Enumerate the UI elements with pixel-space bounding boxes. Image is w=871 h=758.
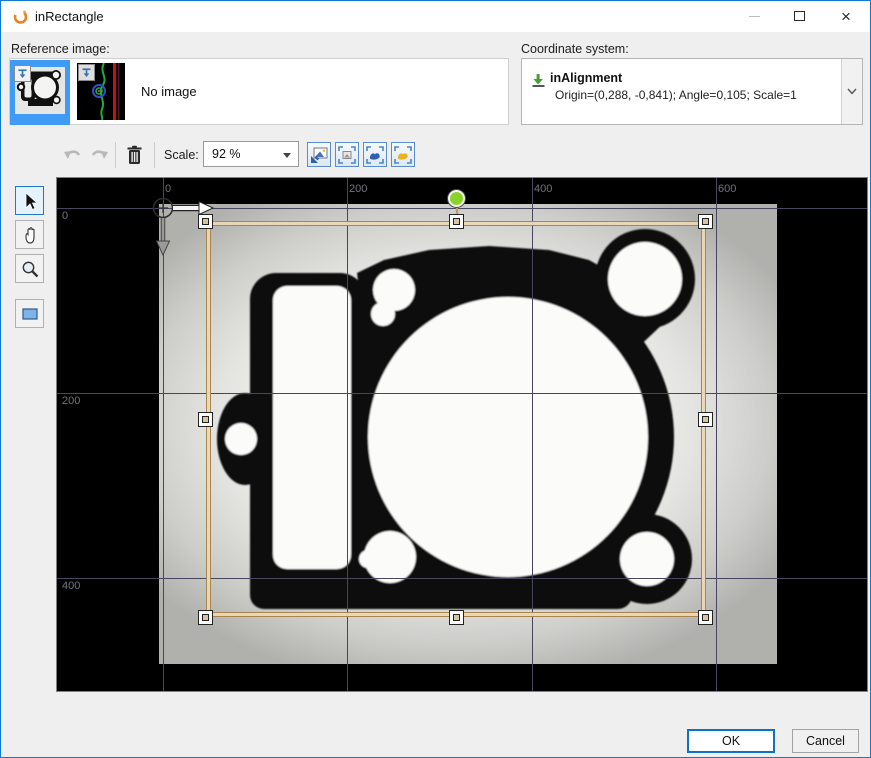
pointer-tool-button[interactable]: [15, 186, 44, 215]
handle-bottom-right[interactable]: [698, 610, 713, 625]
rectangle-tool-button[interactable]: [15, 299, 44, 328]
handle-middle-left[interactable]: [198, 412, 213, 427]
reference-image-panel: No image: [9, 58, 509, 125]
close-icon: ×: [841, 8, 851, 25]
toolbar-separator: [154, 142, 155, 168]
coordinate-anchor-icon: [531, 73, 546, 88]
blue-rectangle-icon: [20, 304, 40, 324]
reference-image-label: Reference image:: [11, 42, 110, 56]
actual-size-icon: [337, 145, 357, 165]
selection-rectangle[interactable]: [206, 221, 706, 617]
magnifier-icon: [20, 259, 40, 279]
ok-button[interactable]: OK: [687, 729, 775, 753]
reference-thumbnail-profile[interactable]: [77, 63, 125, 120]
zoom-tool-button[interactable]: [15, 254, 44, 283]
coordinate-system-label: Coordinate system:: [521, 42, 629, 56]
maximize-icon: [794, 11, 805, 21]
handle-bottom-left[interactable]: [198, 610, 213, 625]
cursor-arrow-icon: [20, 191, 40, 211]
scale-value: 92 %: [212, 147, 241, 161]
titlebar[interactable]: inRectangle ×: [1, 1, 870, 32]
no-image-label: No image: [141, 59, 197, 124]
handle-top-left[interactable]: [198, 214, 213, 229]
scale-label: Scale:: [164, 148, 199, 162]
delete-button[interactable]: [122, 142, 146, 168]
reference-thumbnail-selected[interactable]: [10, 60, 70, 125]
coordinate-system-name: inAlignment: [550, 71, 622, 85]
coordinate-system-combo[interactable]: inAlignment Origin=(0,288, -0,841); Angl…: [521, 58, 863, 125]
redo-button[interactable]: [87, 143, 111, 167]
window-title: inRectangle: [35, 1, 104, 32]
handle-top-middle[interactable]: [449, 214, 464, 229]
fit-image-icon: [309, 145, 329, 165]
zoom-region-button[interactable]: [391, 142, 415, 167]
handle-middle-right[interactable]: [698, 412, 713, 427]
scale-combobox[interactable]: 92 %: [203, 141, 299, 167]
fit-region-button[interactable]: [363, 142, 387, 167]
chevron-down-icon: [847, 88, 857, 95]
app-logo-icon: [12, 8, 29, 25]
trash-icon: [126, 145, 143, 166]
pin-icon: [14, 65, 31, 82]
undo-icon: [63, 146, 83, 164]
coordinate-dropdown-button[interactable]: [841, 59, 862, 124]
image-canvas[interactable]: 0 200 400 600 0 200 400: [56, 177, 868, 692]
pan-tool-button[interactable]: [15, 220, 44, 249]
hand-icon: [20, 225, 40, 245]
cancel-button[interactable]: Cancel: [792, 729, 859, 753]
undo-button[interactable]: [61, 143, 85, 167]
fit-image-button[interactable]: [307, 142, 331, 167]
redo-icon: [89, 146, 109, 164]
dialog-window: inRectangle × Reference image:: [0, 0, 871, 758]
minimize-icon: [749, 16, 760, 17]
actual-size-button[interactable]: [335, 142, 359, 167]
toolbar-separator: [115, 142, 116, 168]
maximize-button[interactable]: [780, 1, 818, 31]
pin-icon: [78, 64, 95, 81]
handle-top-right[interactable]: [698, 214, 713, 229]
close-button[interactable]: ×: [827, 1, 865, 31]
handle-bottom-middle[interactable]: [449, 610, 464, 625]
fit-region-blue-icon: [365, 145, 385, 165]
rotation-handle[interactable]: [448, 190, 465, 207]
coordinate-system-details: Origin=(0,288, -0,841); Angle=0,105; Sca…: [555, 88, 797, 102]
caret-down-icon: [283, 153, 291, 158]
minimize-button[interactable]: [735, 1, 773, 31]
fit-region-yellow-icon: [393, 145, 413, 165]
